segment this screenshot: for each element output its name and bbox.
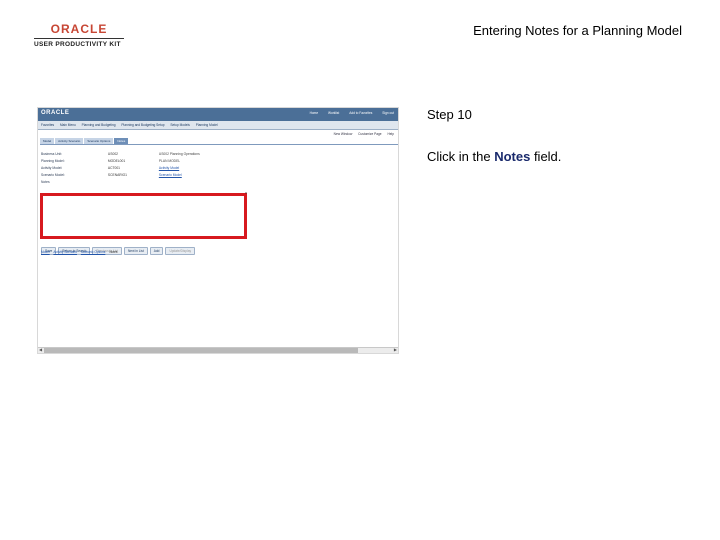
breadcrumb-item[interactable]: Setup Models	[170, 123, 190, 127]
field-description: PLAN MODEL	[158, 159, 181, 163]
header-link-add-favorites[interactable]: Add to Favorites	[349, 111, 372, 115]
upk-subtitle: USER PRODUCTIVITY KIT	[34, 41, 121, 48]
step-instruction: Click in the Notes field.	[427, 149, 561, 164]
breadcrumb: Favorites Main Menu Planning and Budgeti…	[38, 121, 398, 130]
field-row: Planning Model: MODEL001 PLAN MODEL	[41, 158, 398, 165]
oracle-logo-text: ORACLE	[50, 22, 108, 36]
instruction-prefix: Click in the	[427, 149, 495, 164]
scrollbar-thumb[interactable]	[44, 348, 358, 353]
tab-scenario-options[interactable]: Scenario Options	[84, 138, 114, 144]
activity-model-link[interactable]: Activity Model	[159, 165, 179, 172]
header-link-sign-out[interactable]: Sign out	[382, 111, 394, 115]
field-row: Business Unit: US002 US002 Planning Oper…	[41, 151, 398, 158]
add-button[interactable]: Add	[149, 247, 164, 255]
footer-current-notes: Notes	[109, 250, 118, 254]
action-buttons: Save Return to Search Previous in List Next…	[41, 239, 197, 257]
horizontal-scrollbar[interactable]: ◀ ▶	[38, 347, 398, 353]
header-link-home[interactable]: Home	[310, 111, 319, 115]
header-link-worklist[interactable]: Worklist	[328, 111, 339, 115]
header-links: Home Worklist Add to Favorites Sign out	[301, 111, 394, 115]
footer-tab-links: Model Activity Scenario Scenario Options…	[41, 250, 121, 254]
scenario-model-link[interactable]: Scenario Model	[159, 172, 182, 179]
breadcrumb-item[interactable]: Planning Model	[196, 123, 218, 127]
field-label: Activity Model:	[41, 166, 63, 170]
next-in-list-button[interactable]: Next in List	[124, 247, 148, 255]
notes-label: Notes	[41, 180, 50, 184]
field-label: Scenario Model:	[41, 173, 65, 177]
field-value: US002	[107, 152, 119, 156]
scroll-right-arrow-icon[interactable]: ▶	[394, 347, 397, 352]
page-toolbar: New Window Customize Page Help	[38, 130, 398, 138]
field-row: Activity Model: ACT001 Activity Model	[41, 165, 398, 172]
instruction-suffix: field.	[530, 149, 562, 164]
instruction-field-name: Notes	[494, 149, 531, 164]
footer-link-scenario-options[interactable]: Scenario Options	[81, 250, 105, 254]
scroll-left-arrow-icon[interactable]: ◀	[39, 347, 42, 352]
field-label: Planning Model:	[41, 159, 65, 163]
breadcrumb-item[interactable]: Main Menu	[60, 123, 76, 127]
footer-link-model[interactable]: Model	[41, 250, 50, 254]
step-label: Step 10	[427, 107, 472, 122]
tab-model[interactable]: Model	[40, 138, 55, 144]
slide-title: Entering Notes for a Planning Model	[473, 23, 682, 38]
help-link[interactable]: Help	[387, 132, 394, 136]
breadcrumb-item[interactable]: Favorites	[41, 123, 54, 127]
app-header-bar: ORACLE Home Worklist Add to Favorites Si…	[38, 108, 398, 121]
notes-field[interactable]	[40, 193, 247, 239]
app-oracle-logo: ORACLE	[41, 110, 70, 116]
breadcrumb-item[interactable]: Planning and Budgeting	[82, 123, 116, 127]
customize-page-link[interactable]: Customize Page	[358, 132, 381, 136]
field-description: US002 Planning Operations	[158, 152, 200, 156]
page-tabs: Model Activity Scenario Scenario Options No…	[40, 138, 398, 145]
field-row: Scenario Model: SCENARIO1 Scenario Model	[41, 172, 398, 179]
application-screenshot: ORACLE Home Worklist Add to Favorites Si…	[37, 107, 399, 354]
field-label: Business Unit:	[41, 152, 63, 156]
model-fields: Business Unit: US002 US002 Planning Oper…	[41, 151, 398, 179]
oracle-upk-logo: ORACLE USER PRODUCTIVITY KIT	[34, 22, 124, 48]
field-value: MODEL001	[107, 159, 126, 163]
new-window-link[interactable]: New Window	[334, 132, 353, 136]
logo-divider	[34, 38, 124, 39]
update-display-button[interactable]: Update/Display	[165, 247, 196, 255]
tab-notes[interactable]: Notes	[114, 138, 129, 144]
breadcrumb-item[interactable]: Planning and Budgeting Setup	[121, 123, 164, 127]
field-value: ACT001	[107, 166, 121, 170]
field-value: SCENARIO1	[107, 173, 127, 177]
tab-activity-scenario[interactable]: Activity Scenario	[55, 138, 84, 144]
notes-resize-marker: x	[245, 190, 247, 195]
footer-link-activity-scenario[interactable]: Activity Scenario	[53, 250, 77, 254]
